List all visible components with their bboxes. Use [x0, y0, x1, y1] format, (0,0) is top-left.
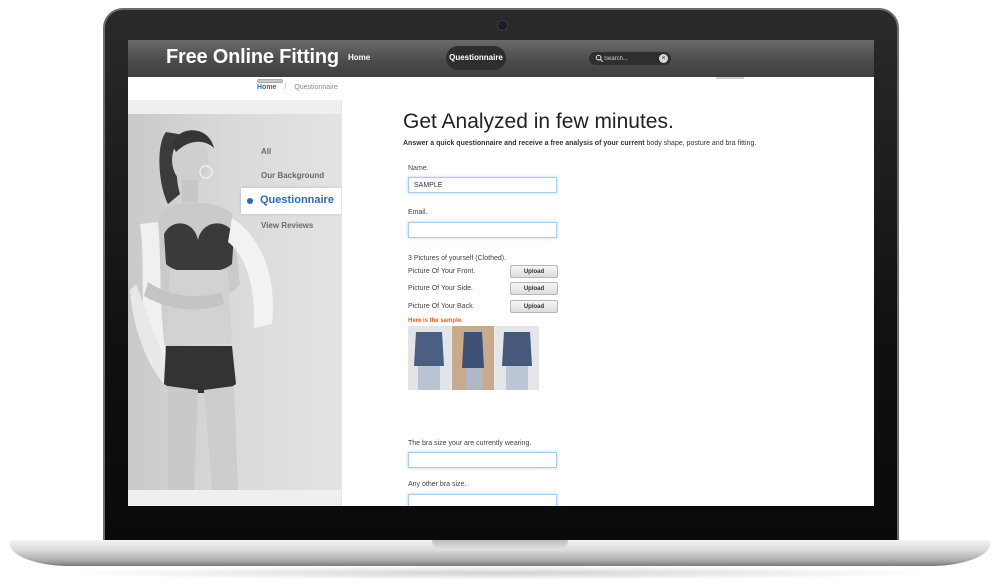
top-navigation-bar: Free Online Fitting Home Questionnaire × [128, 40, 874, 77]
name-label: Name. [408, 165, 429, 172]
breadcrumb: Home / Questionnaire [257, 84, 338, 91]
other-bra-size-field[interactable] [408, 494, 557, 506]
upload-back-button[interactable]: Upload [510, 300, 558, 313]
sidebar-item-questionnaire[interactable]: Questionnaire [241, 188, 341, 214]
breadcrumb-handle [257, 79, 283, 83]
other-bra-size-label: Any other bra size. [408, 481, 467, 488]
nav-questionnaire-link[interactable]: Questionnaire [446, 46, 506, 70]
main-content: Get Analyzed in few minutes. Answer a qu… [403, 100, 863, 506]
active-dot-icon [247, 198, 253, 204]
subtitle-bold: Answer a quick questionnaire and receive… [403, 140, 645, 147]
camera-icon [497, 20, 508, 31]
laptop-notch [432, 540, 568, 550]
sample-photos-illustration [408, 326, 539, 390]
sidebar-menu: All Our Background Questionnaire View Re… [241, 100, 341, 506]
sidebar-divider [341, 100, 342, 506]
breadcrumb-home-link[interactable]: Home [257, 84, 276, 91]
sample-images [408, 326, 539, 390]
page-subtitle: Answer a quick questionnaire and receive… [403, 140, 756, 147]
upload-side-button[interactable]: Upload [510, 282, 558, 295]
nav-home-link[interactable]: Home [348, 53, 370, 62]
screen: Free Online Fitting Home Questionnaire ×… [128, 40, 874, 506]
email-label: Email. [408, 209, 428, 216]
upload-front-button[interactable]: Upload [510, 265, 558, 278]
email-field[interactable] [408, 222, 557, 238]
search-input[interactable] [604, 52, 656, 65]
bra-size-field[interactable] [408, 452, 557, 468]
breadcrumb-separator: / [284, 84, 287, 91]
brand-logo[interactable]: Free Online Fitting [166, 46, 339, 69]
sidebar-item-all[interactable]: All [261, 147, 271, 156]
picture-front-label: Picture Of Your Front. [408, 268, 476, 275]
laptop-shadow [60, 566, 940, 580]
sidebar-item-our-background[interactable]: Our Background [261, 171, 324, 180]
sample-label: Here is the sample. [408, 318, 463, 324]
clear-search-icon[interactable]: × [659, 54, 668, 63]
sidebar-item-label: Questionnaire [260, 194, 334, 206]
search-box: × [589, 52, 671, 65]
topbar-tab-indicator [716, 77, 744, 79]
sidebar: All Our Background Questionnaire View Re… [128, 100, 341, 506]
name-field[interactable] [408, 177, 557, 193]
subtitle-rest: body shape, posture and bra fitting. [644, 140, 757, 147]
pictures-label: 3 Pictures of yourself (Clothed). [408, 255, 507, 262]
search-icon [595, 54, 604, 63]
sidebar-item-view-reviews[interactable]: View Reviews [261, 221, 313, 230]
page-title: Get Analyzed in few minutes. [403, 110, 674, 133]
bra-size-label: The bra size your are currently wearing. [408, 440, 532, 447]
picture-back-label: Picture Of Your Back. [408, 303, 475, 310]
breadcrumb-current: Questionnaire [294, 84, 338, 91]
picture-side-label: Picture Of Your Side. [408, 285, 473, 292]
